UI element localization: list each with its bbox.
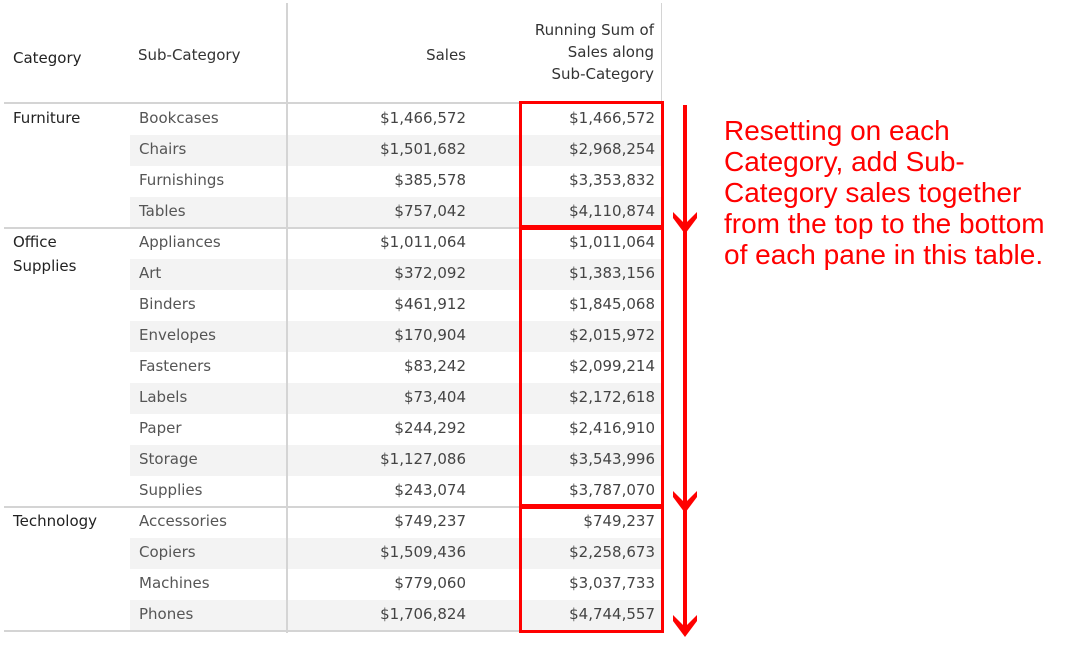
header-category[interactable]: Category <box>13 46 123 70</box>
header-running-sum-line1: Running Sum of <box>534 21 654 39</box>
header-sales[interactable]: Sales <box>300 46 466 64</box>
sub-category-cell[interactable]: Copiers <box>139 543 196 561</box>
annotation-text: Resetting on each Category, add Sub-Cate… <box>724 115 1045 270</box>
down-arrow-icon <box>673 105 697 234</box>
sub-category-cell[interactable]: Fasteners <box>139 357 211 375</box>
column-divider <box>286 3 288 633</box>
header-running-sum[interactable]: Running Sum of Sales along Sub-Category <box>480 19 654 85</box>
sub-category-cell[interactable]: Machines <box>139 574 210 592</box>
sub-category-cell[interactable]: Labels <box>139 388 187 406</box>
sales-cell[interactable]: $461,912 <box>286 295 466 313</box>
sub-category-cell[interactable]: Supplies <box>139 481 202 499</box>
running-sum-highlight-box <box>519 504 664 633</box>
sub-category-cell[interactable]: Art <box>139 264 161 282</box>
category-label[interactable]: Office Supplies <box>13 230 123 278</box>
sub-category-cell[interactable]: Binders <box>139 295 196 313</box>
sales-cell[interactable]: $244,292 <box>286 419 466 437</box>
sales-cell[interactable]: $1,466,572 <box>286 109 466 127</box>
header-right-divider <box>661 3 662 103</box>
arrow-shaft <box>683 229 687 503</box>
sales-cell[interactable]: $1,509,436 <box>286 543 466 561</box>
header-running-sum-line2: Sales along <box>567 43 654 61</box>
sub-category-cell[interactable]: Storage <box>139 450 198 468</box>
sales-cell[interactable]: $749,237 <box>286 512 466 530</box>
sub-category-cell[interactable]: Phones <box>139 605 193 623</box>
sub-category-cell[interactable]: Furnishings <box>139 171 224 189</box>
sales-cell[interactable]: $1,501,682 <box>286 140 466 158</box>
sales-cell[interactable]: $372,092 <box>286 264 466 282</box>
arrow-shaft <box>683 508 687 627</box>
running-sum-highlight-box <box>519 101 664 230</box>
sales-cell[interactable]: $779,060 <box>286 574 466 592</box>
header-running-sum-line3: Sub-Category <box>551 65 654 83</box>
category-label[interactable]: Technology <box>13 509 123 533</box>
sales-cell[interactable]: $243,074 <box>286 481 466 499</box>
running-sum-highlight-box <box>519 225 664 509</box>
sub-category-cell[interactable]: Accessories <box>139 512 227 530</box>
down-arrow-icon <box>673 508 697 637</box>
sub-category-cell[interactable]: Tables <box>139 202 186 220</box>
sub-category-cell[interactable]: Envelopes <box>139 326 216 344</box>
sales-cell[interactable]: $1,706,824 <box>286 605 466 623</box>
sub-category-cell[interactable]: Paper <box>139 419 181 437</box>
sales-cell[interactable]: $1,011,064 <box>286 233 466 251</box>
header-sub-category[interactable]: Sub-Category <box>138 46 240 64</box>
sub-category-cell[interactable]: Chairs <box>139 140 186 158</box>
sales-cell[interactable]: $1,127,086 <box>286 450 466 468</box>
sub-category-cell[interactable]: Bookcases <box>139 109 219 127</box>
sub-category-cell[interactable]: Appliances <box>139 233 221 251</box>
sales-cell[interactable]: $73,404 <box>286 388 466 406</box>
sales-cell[interactable]: $170,904 <box>286 326 466 344</box>
sales-cell[interactable]: $83,242 <box>286 357 466 375</box>
arrow-shaft <box>683 105 687 224</box>
sales-cell[interactable]: $385,578 <box>286 171 466 189</box>
sales-cell[interactable]: $757,042 <box>286 202 466 220</box>
category-label[interactable]: Furniture <box>13 106 123 130</box>
down-arrow-icon <box>673 229 697 513</box>
